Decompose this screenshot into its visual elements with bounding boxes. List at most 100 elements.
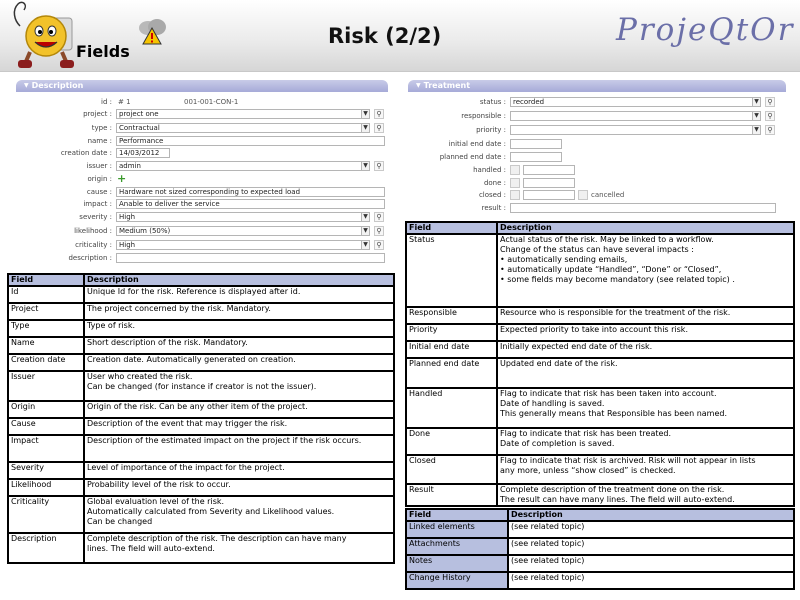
table-row: Likelihood Probability level of the risk … bbox=[7, 478, 395, 497]
field-cell: Closed bbox=[405, 454, 498, 485]
likelihood-label: likelihood : bbox=[74, 227, 112, 235]
type-label: type : bbox=[91, 124, 112, 132]
search-icon[interactable]: ⚲ bbox=[374, 109, 384, 119]
initial-end-date-row: initial end date : bbox=[408, 139, 786, 149]
origin-label: origin : bbox=[87, 175, 112, 183]
impact-input[interactable]: Anable to deliver the service bbox=[116, 199, 385, 209]
severity-row: severity : High ▼ ⚲ bbox=[16, 212, 388, 222]
field-cell: Status bbox=[405, 233, 498, 308]
chevron-down-icon[interactable]: ▼ bbox=[752, 97, 761, 107]
description-cell: Complete description of the treatment do… bbox=[496, 483, 795, 507]
handled-date-input[interactable] bbox=[523, 165, 575, 175]
handled-label: handled : bbox=[473, 166, 506, 174]
name-label: name : bbox=[87, 137, 112, 145]
description-column-header: Description bbox=[83, 273, 395, 287]
chevron-down-icon[interactable]: ▼ bbox=[361, 240, 370, 250]
search-icon[interactable]: ⚲ bbox=[374, 226, 384, 236]
issuer-row: issuer : admin ▼ ⚲ bbox=[16, 161, 388, 171]
status-row: status : recorded ▼ ⚲ bbox=[408, 97, 786, 107]
fields-label: Fields bbox=[76, 42, 130, 61]
table-row: Origin Origin of the risk. Can be any oth… bbox=[7, 400, 395, 419]
closed-row: closed : cancelled bbox=[408, 190, 786, 200]
field-cell: Origin bbox=[7, 400, 85, 419]
responsible-select[interactable] bbox=[510, 111, 753, 121]
initial-end-date-label: initial end date : bbox=[448, 140, 506, 148]
search-icon[interactable]: ⚲ bbox=[374, 123, 384, 133]
description-cell: (see related topic) bbox=[507, 520, 795, 539]
priority-row: priority : ▼ ⚲ bbox=[408, 125, 786, 135]
search-icon[interactable]: ⚲ bbox=[374, 212, 384, 222]
chevron-down-icon[interactable]: ▼ bbox=[361, 226, 370, 236]
search-icon[interactable]: ⚲ bbox=[765, 125, 775, 135]
table-row: Change History (see related topic) bbox=[405, 571, 795, 590]
table-row: Id Unique Id for the risk. Reference is d… bbox=[7, 285, 395, 304]
table-row: Description Complete description of the r… bbox=[7, 532, 395, 564]
table-row: Initial end date Initially expected end d… bbox=[405, 340, 795, 359]
field-column-header: Field bbox=[405, 221, 498, 235]
closed-date-input[interactable] bbox=[523, 190, 575, 200]
chevron-down-icon[interactable]: ▼ bbox=[361, 123, 370, 133]
warning-cloud-icon bbox=[139, 19, 166, 45]
treatment-form: status : recorded ▼ ⚲ responsible : ▼ ⚲ … bbox=[408, 95, 786, 215]
field-cell: Project bbox=[7, 302, 85, 321]
id-row: id : # 1 001-001-CON-1 bbox=[16, 97, 388, 107]
cause-input[interactable]: Hardware not sized corresponding to expe… bbox=[116, 187, 385, 197]
add-origin-icon[interactable]: + bbox=[117, 172, 126, 185]
chevron-down-icon[interactable]: ▼ bbox=[752, 111, 761, 121]
description-section-header[interactable]: ▼ Description bbox=[16, 80, 388, 92]
project-select[interactable]: project one bbox=[116, 109, 362, 119]
description-cell: Origin of the risk. Can be any other ite… bbox=[83, 400, 395, 419]
description-cell: Resource who is responsible for the trea… bbox=[496, 306, 795, 325]
field-cell: Planned end date bbox=[405, 357, 498, 389]
description-cell: Creation date. Automatically generated o… bbox=[83, 353, 395, 372]
likelihood-select[interactable]: Medium (50%) bbox=[116, 226, 362, 236]
description-cell: The project concerned by the risk. Manda… bbox=[83, 302, 395, 321]
done-checkbox[interactable] bbox=[510, 178, 520, 188]
result-input[interactable] bbox=[510, 203, 776, 213]
cause-label: cause : bbox=[86, 188, 112, 196]
field-cell: Linked elements bbox=[405, 520, 509, 539]
handled-row: handled : bbox=[408, 165, 786, 175]
priority-label: priority : bbox=[476, 126, 506, 134]
description-input[interactable] bbox=[116, 253, 385, 263]
handled-checkbox[interactable] bbox=[510, 165, 520, 175]
treatment-fields-table: Field Description Status Actual status of… bbox=[405, 221, 795, 507]
priority-select[interactable] bbox=[510, 125, 753, 135]
search-icon[interactable]: ⚲ bbox=[374, 161, 384, 171]
creation-date-input[interactable]: 14/03/2012 bbox=[116, 148, 170, 158]
criticality-select[interactable]: High bbox=[116, 240, 362, 250]
table-row: Creation date Creation date. Automaticall… bbox=[7, 353, 395, 372]
search-icon[interactable]: ⚲ bbox=[374, 240, 384, 250]
origin-row: origin : + bbox=[16, 172, 388, 185]
impact-row: impact : Anable to deliver the service bbox=[16, 199, 388, 209]
description-cell: Initially expected end date of the risk. bbox=[496, 340, 795, 359]
description-cell: Flag to indicate that risk has been take… bbox=[496, 387, 795, 429]
project-row: project : project one ▼ ⚲ bbox=[16, 109, 388, 119]
initial-end-date-input[interactable] bbox=[510, 139, 562, 149]
type-select[interactable]: Contractual bbox=[116, 123, 362, 133]
collapse-triangle-icon[interactable]: ▼ bbox=[416, 80, 421, 92]
cancelled-checkbox[interactable] bbox=[578, 190, 588, 200]
header-bar: Fields Risk (2/2) ProjeQtOr bbox=[0, 0, 800, 72]
description-cell: Expected priority to take into account t… bbox=[496, 323, 795, 342]
id-value: # 1 bbox=[118, 98, 131, 106]
treatment-section-header[interactable]: ▼ Treatment bbox=[408, 80, 786, 92]
cause-row: cause : Hardware not sized corresponding… bbox=[16, 187, 388, 197]
chevron-down-icon[interactable]: ▼ bbox=[361, 109, 370, 119]
description-label: description : bbox=[68, 254, 112, 262]
chevron-down-icon[interactable]: ▼ bbox=[361, 212, 370, 222]
name-input[interactable]: Performance bbox=[116, 136, 385, 146]
collapse-triangle-icon[interactable]: ▼ bbox=[24, 80, 29, 92]
chevron-down-icon[interactable]: ▼ bbox=[752, 125, 761, 135]
status-select[interactable]: recorded bbox=[510, 97, 753, 107]
chevron-down-icon[interactable]: ▼ bbox=[361, 161, 370, 171]
issuer-select[interactable]: admin bbox=[116, 161, 362, 171]
search-icon[interactable]: ⚲ bbox=[765, 97, 775, 107]
closed-checkbox[interactable] bbox=[510, 190, 520, 200]
linked-fields-table: Field Description Linked elements (see re… bbox=[405, 508, 795, 590]
field-cell: Description bbox=[7, 532, 85, 564]
severity-select[interactable]: High bbox=[116, 212, 362, 222]
search-icon[interactable]: ⚲ bbox=[765, 111, 775, 121]
planned-end-date-input[interactable] bbox=[510, 152, 562, 162]
done-date-input[interactable] bbox=[523, 178, 575, 188]
